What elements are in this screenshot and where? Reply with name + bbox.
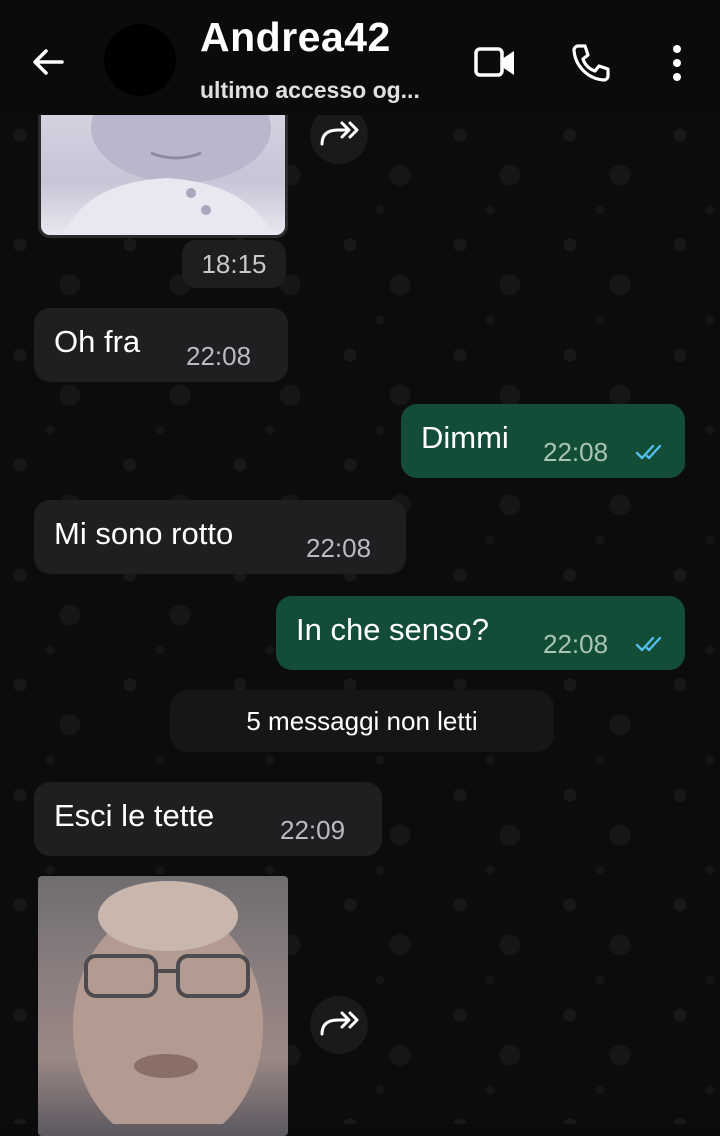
- outgoing-message[interactable]: Dimmi 22:08: [401, 404, 685, 478]
- message-text: In che senso?: [296, 612, 490, 647]
- message-time: 22:08: [543, 437, 609, 467]
- contact-name[interactable]: Andrea42: [200, 14, 391, 61]
- photo-thumbnail: [63, 98, 274, 235]
- image-message-bottom[interactable]: [38, 876, 288, 1136]
- chat-header: Andrea42 ultimo accesso og...: [0, 0, 720, 115]
- voice-call-button[interactable]: [568, 40, 614, 86]
- outgoing-message[interactable]: In che senso? 22:08: [276, 596, 685, 670]
- message-time: 18:15: [182, 240, 286, 288]
- double-check-icon: [635, 444, 662, 460]
- video-camera-icon: [474, 47, 514, 77]
- unread-messages-banner: 5 messaggi non letti: [170, 690, 554, 752]
- phone-icon: [572, 44, 610, 82]
- video-call-button[interactable]: [472, 40, 518, 86]
- incoming-message[interactable]: Oh fra 22:08: [34, 308, 288, 382]
- message-text: Dimmi: [421, 420, 509, 455]
- message-text: Mi sono rotto: [54, 516, 234, 551]
- photo-thumbnail: [73, 881, 263, 1136]
- back-button[interactable]: [26, 40, 70, 84]
- incoming-message[interactable]: Esci le tette 22:09: [34, 782, 382, 856]
- message-time: 22:08: [186, 341, 252, 371]
- more-vertical-icon: [673, 45, 681, 81]
- more-options-button[interactable]: [654, 40, 700, 86]
- message-text: Esci le tette: [54, 798, 215, 833]
- incoming-message[interactable]: Mi sono rotto 22:08: [34, 500, 406, 574]
- message-time: 22:08: [306, 533, 372, 563]
- message-time: 22:09: [280, 815, 346, 845]
- last-seen-status[interactable]: ultimo accesso og...: [200, 77, 420, 104]
- image-message-top[interactable]: [38, 95, 288, 238]
- forward-icon: [320, 1011, 359, 1036]
- message-text: Oh fra: [54, 324, 141, 359]
- double-check-icon: [635, 636, 662, 652]
- message-time: 22:08: [543, 629, 609, 659]
- forward-button[interactable]: [310, 996, 368, 1054]
- arrow-left-icon: [33, 49, 64, 75]
- avatar[interactable]: [104, 24, 176, 96]
